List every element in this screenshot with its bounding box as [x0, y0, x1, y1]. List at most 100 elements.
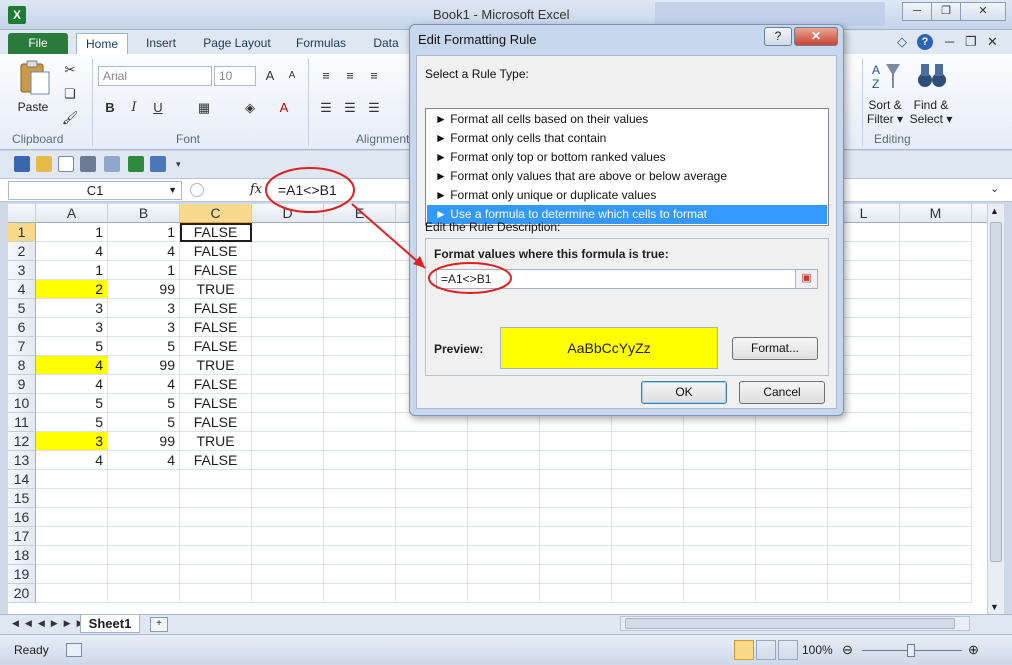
cell-c8[interactable]: TRUE: [180, 356, 252, 375]
cell-a16[interactable]: [36, 508, 108, 527]
empty-cell[interactable]: [756, 508, 828, 527]
normal-view-icon[interactable]: [734, 640, 754, 660]
cell-a5[interactable]: 3: [36, 299, 108, 318]
italic-icon[interactable]: I: [124, 98, 144, 118]
ok-button[interactable]: OK: [641, 381, 727, 404]
row-header[interactable]: 19: [8, 565, 36, 584]
cancel-button[interactable]: Cancel: [739, 381, 825, 404]
minimize-button[interactable]: ─: [902, 2, 932, 21]
cell-c10[interactable]: FALSE: [180, 394, 252, 413]
empty-cell[interactable]: [252, 299, 324, 318]
macro-record-icon[interactable]: [66, 643, 82, 657]
empty-cell[interactable]: [540, 584, 612, 603]
workbook-close-icon[interactable]: ✕: [987, 34, 998, 50]
column-header-m[interactable]: M: [900, 204, 972, 223]
tab-file[interactable]: File: [8, 33, 68, 54]
rule-type-item[interactable]: ► Format only unique or duplicate values: [427, 186, 827, 205]
empty-cell[interactable]: [612, 432, 684, 451]
rule-type-item[interactable]: ► Format only cells that contain: [427, 129, 827, 148]
underline-icon[interactable]: U: [148, 98, 168, 118]
rule-type-item[interactable]: ► Format only values that are above or b…: [427, 167, 827, 186]
zoom-out-icon[interactable]: ⊖: [842, 642, 853, 658]
empty-cell[interactable]: [324, 299, 396, 318]
cell-c2[interactable]: FALSE: [180, 242, 252, 261]
print-icon[interactable]: [80, 156, 96, 172]
insert-sheet-icon[interactable]: +: [150, 617, 168, 632]
bold-icon[interactable]: B: [100, 98, 120, 118]
rule-formula-input[interactable]: =A1<>B1 ▣: [436, 269, 818, 289]
empty-cell[interactable]: [900, 261, 972, 280]
empty-cell[interactable]: [828, 546, 900, 565]
empty-cell[interactable]: [828, 527, 900, 546]
empty-cell[interactable]: [324, 527, 396, 546]
empty-cell[interactable]: [900, 356, 972, 375]
empty-cell[interactable]: [756, 565, 828, 584]
tab-data[interactable]: Data: [366, 33, 406, 54]
empty-cell[interactable]: [324, 413, 396, 432]
sheet-tab-sheet1[interactable]: Sheet1: [80, 615, 140, 633]
cell-b10[interactable]: 5: [108, 394, 180, 413]
empty-cell[interactable]: [900, 584, 972, 603]
cell-b9[interactable]: 4: [108, 375, 180, 394]
empty-cell[interactable]: [324, 337, 396, 356]
empty-cell[interactable]: [756, 546, 828, 565]
copy-icon[interactable]: ❏: [60, 84, 80, 104]
cell-b12[interactable]: 99: [108, 432, 180, 451]
cell-b13[interactable]: 4: [108, 451, 180, 470]
row-header[interactable]: 2: [8, 242, 36, 261]
empty-cell[interactable]: [396, 508, 468, 527]
align-top-icon[interactable]: ≡: [316, 66, 336, 86]
tab-formulas[interactable]: Formulas: [290, 33, 352, 54]
insert-function-icon[interactable]: fx: [250, 182, 262, 197]
row-header[interactable]: 12: [8, 432, 36, 451]
cell-a11[interactable]: 5: [36, 413, 108, 432]
cell-b19[interactable]: [108, 565, 180, 584]
cell-a18[interactable]: [36, 546, 108, 565]
cell-a10[interactable]: 5: [36, 394, 108, 413]
align-middle-icon[interactable]: ≡: [340, 66, 360, 86]
name-box[interactable]: C1 ▼: [8, 181, 182, 200]
empty-cell[interactable]: [468, 489, 540, 508]
empty-cell[interactable]: [468, 451, 540, 470]
cell-b15[interactable]: [108, 489, 180, 508]
row-header[interactable]: 1: [8, 223, 36, 242]
workbook-restore-icon[interactable]: ❐: [965, 34, 977, 50]
cell-a3[interactable]: 1: [36, 261, 108, 280]
cell-b11[interactable]: 5: [108, 413, 180, 432]
empty-cell[interactable]: [252, 470, 324, 489]
sort-filter-icon[interactable]: AZ: [868, 60, 904, 96]
close-window-button[interactable]: ✕: [960, 2, 1006, 21]
sheet-navigation-icons[interactable]: ◀◀◀▶▶▶: [12, 618, 90, 629]
empty-cell[interactable]: [252, 565, 324, 584]
empty-cell[interactable]: [252, 375, 324, 394]
row-header[interactable]: 3: [8, 261, 36, 280]
empty-cell[interactable]: [828, 432, 900, 451]
empty-cell[interactable]: [828, 508, 900, 527]
row-header[interactable]: 6: [8, 318, 36, 337]
empty-cell[interactable]: [396, 546, 468, 565]
workbook-minimize-icon[interactable]: ─: [945, 34, 954, 49]
row-header[interactable]: 18: [8, 546, 36, 565]
empty-cell[interactable]: [540, 489, 612, 508]
cell-b2[interactable]: 4: [108, 242, 180, 261]
empty-cell[interactable]: [684, 527, 756, 546]
shrink-font-icon[interactable]: A: [282, 66, 302, 86]
cell-a15[interactable]: [36, 489, 108, 508]
tab-page-layout[interactable]: Page Layout: [196, 33, 278, 54]
empty-cell[interactable]: [756, 451, 828, 470]
cell-b3[interactable]: 1: [108, 261, 180, 280]
horizontal-scroll-thumb[interactable]: [625, 618, 955, 629]
paste-button[interactable]: Paste: [12, 100, 54, 114]
empty-cell[interactable]: [468, 432, 540, 451]
empty-cell[interactable]: [900, 546, 972, 565]
cell-b6[interactable]: 3: [108, 318, 180, 337]
cell-c19[interactable]: [180, 565, 252, 584]
cell-a14[interactable]: [36, 470, 108, 489]
column-header-e[interactable]: E: [324, 204, 396, 223]
formula-input[interactable]: =A1<>B1: [278, 182, 337, 198]
customize-qat-icon[interactable]: ▾: [176, 156, 192, 172]
borders-icon[interactable]: ▦: [194, 98, 214, 118]
empty-cell[interactable]: [540, 508, 612, 527]
cell-a1[interactable]: 1: [36, 223, 108, 242]
column-header-b[interactable]: B: [108, 204, 180, 223]
